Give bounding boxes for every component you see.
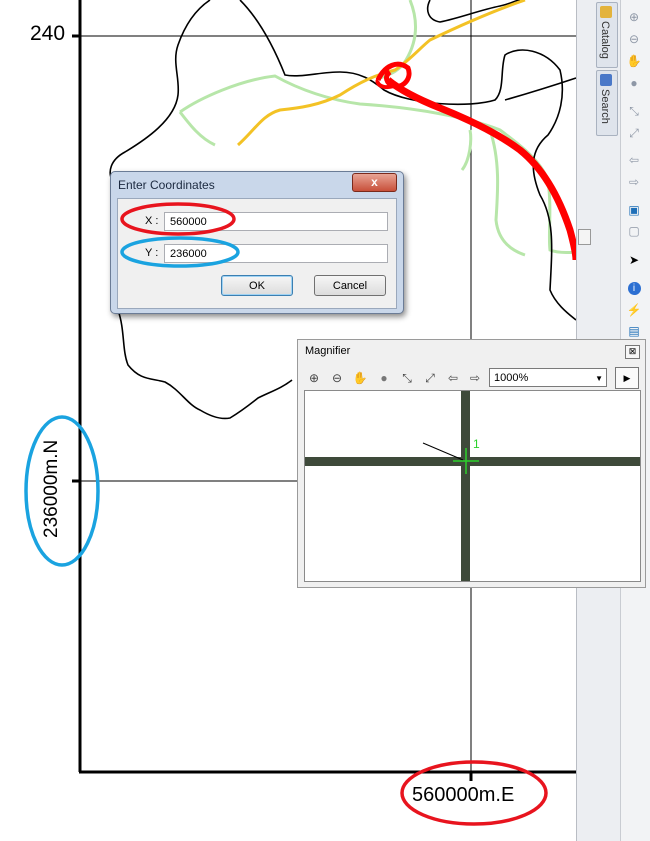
y-input-highlight-ellipse <box>120 236 240 268</box>
zoom-level-value: 1000% <box>494 372 529 384</box>
zoom-out-icon[interactable]: ⊖ <box>329 370 345 386</box>
back-arrow-icon[interactable]: ⇦ <box>445 370 461 386</box>
magnifier-options-button[interactable]: ▶ <box>615 367 639 389</box>
magnified-grid-vertical <box>461 391 470 581</box>
point-number-label: 1 <box>473 437 480 451</box>
magnifier-toolbar: ⊕ ⊖ ✋ ● ⤡ ⤢ ⇦ ⇨ 1000% ▼ ▶ <box>304 367 639 389</box>
magnifier-view[interactable]: 1 <box>304 390 641 582</box>
full-extent-globe-icon[interactable]: ● <box>376 370 392 386</box>
x-input-highlight-ellipse <box>120 202 236 236</box>
forward-arrow-icon[interactable]: ⇨ <box>467 370 483 386</box>
zoom-level-select[interactable]: 1000% ▼ <box>489 368 607 387</box>
chevron-down-icon: ▼ <box>595 374 603 383</box>
fixed-zoom-out-icon[interactable]: ⤢ <box>422 370 438 386</box>
magnifier-window: Magnifier ⊠ ⊕ ⊖ ✋ ● ⤡ ⤢ ⇦ ⇨ 1000% ▼ ▶ 1 <box>297 339 646 588</box>
fixed-zoom-in-icon[interactable]: ⤡ <box>399 370 415 386</box>
pan-hand-icon[interactable]: ✋ <box>352 370 368 386</box>
magnifier-close-button[interactable]: ⊠ <box>625 345 640 359</box>
zoom-in-icon[interactable]: ⊕ <box>306 370 322 386</box>
magnifier-canvas: 1 <box>305 391 640 581</box>
magnifier-title: Magnifier <box>305 345 351 357</box>
